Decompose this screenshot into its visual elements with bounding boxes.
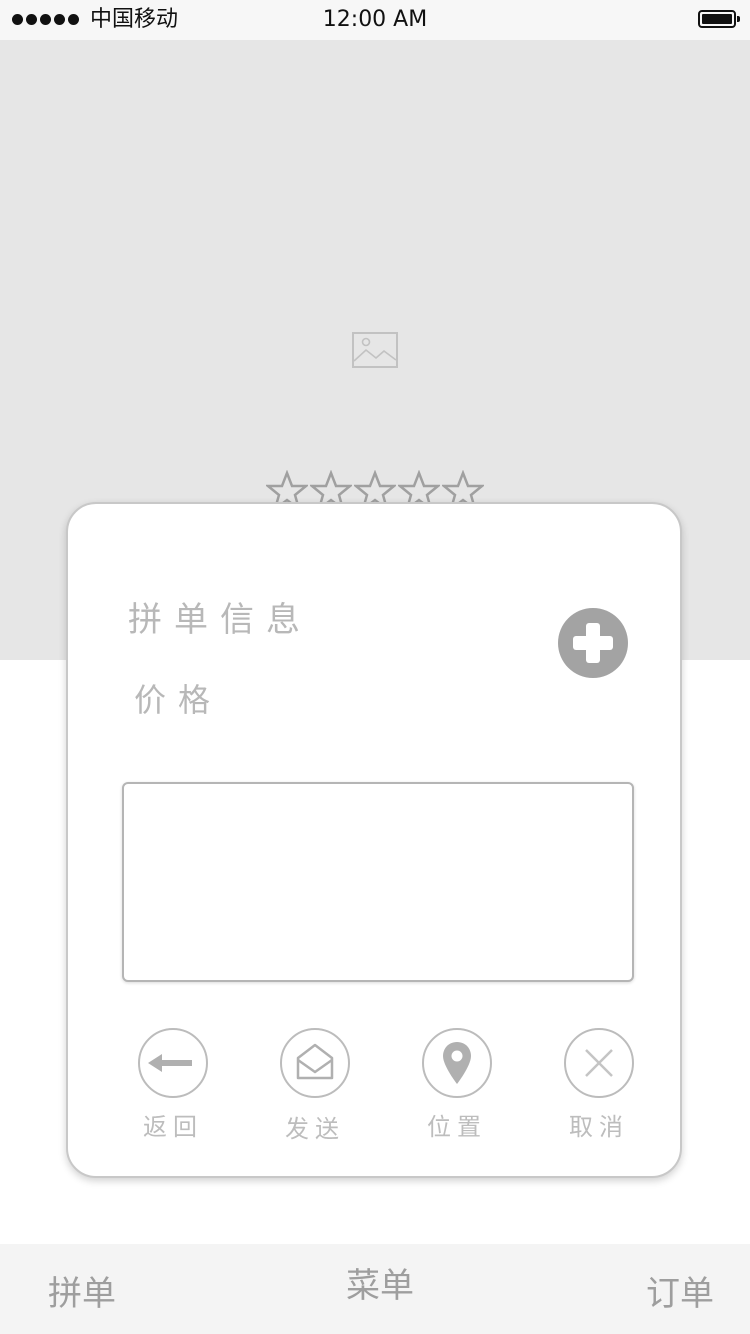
screen: 中国移动 12:00 AM 拼单信息 价格 返回 发送 位置 取消 拼单 菜单 …	[0, 0, 750, 1334]
location-pin-icon	[443, 1042, 471, 1084]
message-input[interactable]	[122, 782, 634, 982]
cancel-label: 取消	[569, 1113, 629, 1141]
cancel-button-circle	[564, 1028, 634, 1098]
send-button[interactable]: 发送	[260, 1028, 370, 1148]
tab-bar: 拼单 菜单 订单	[0, 1244, 750, 1334]
envelope-open-icon	[296, 1043, 334, 1080]
back-label: 返回	[143, 1113, 203, 1141]
card-title: 拼单信息	[128, 600, 312, 640]
price-label: 价格	[134, 681, 223, 719]
back-button[interactable]: 返回	[118, 1028, 228, 1148]
image-placeholder-icon	[352, 332, 398, 368]
status-bar: 中国移动 12:00 AM	[0, 0, 750, 40]
add-button[interactable]	[558, 608, 628, 678]
close-icon	[585, 1049, 613, 1077]
arrow-left-icon	[148, 1054, 192, 1072]
tab-orders[interactable]: 订单	[646, 1272, 714, 1316]
cancel-button[interactable]: 取消	[544, 1028, 654, 1148]
back-button-circle	[138, 1028, 208, 1098]
plus-circle-icon-bar	[586, 623, 600, 663]
location-label: 位置	[427, 1113, 487, 1141]
send-button-circle	[280, 1028, 350, 1098]
battery-icon	[698, 10, 740, 28]
status-time: 12:00 AM	[322, 7, 428, 32]
card-actions: 返回 发送 位置 取消	[68, 1028, 684, 1148]
tab-group-order[interactable]: 拼单	[48, 1272, 116, 1316]
location-button[interactable]: 位置	[402, 1028, 512, 1148]
tab-menu[interactable]: 菜单	[346, 1264, 414, 1308]
send-label: 发送	[285, 1115, 345, 1143]
group-order-card: 拼单信息 价格 返回 发送 位置 取消	[66, 502, 682, 1178]
location-button-circle	[422, 1028, 492, 1098]
